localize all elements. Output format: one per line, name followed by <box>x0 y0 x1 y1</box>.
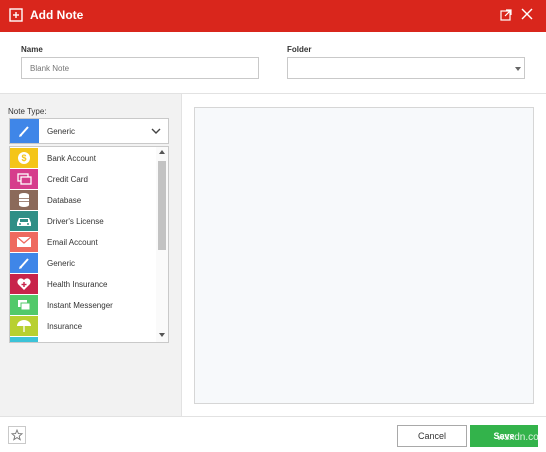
pen-icon <box>19 126 29 137</box>
type-swatch <box>10 274 38 294</box>
list-item-credit-card[interactable]: Credit Card <box>10 169 156 189</box>
favorite-button[interactable] <box>8 426 26 444</box>
list-item-label: Generic <box>47 259 76 268</box>
note-fields-area <box>194 107 534 404</box>
close-icon[interactable] <box>520 7 534 21</box>
name-input[interactable] <box>21 57 259 79</box>
list-item-instant-messenger[interactable]: Instant Messenger <box>10 295 156 315</box>
chevron-down-icon <box>151 128 161 134</box>
note-type-label: Note Type: <box>8 107 47 116</box>
credit-card-icon <box>17 173 32 185</box>
list-item-insurance[interactable]: Insurance <box>10 316 156 336</box>
scroll-thumb[interactable] <box>158 161 166 250</box>
type-swatch: $ <box>10 148 38 168</box>
list-item-label: Health Insurance <box>47 280 108 289</box>
folder-label: Folder <box>287 45 312 54</box>
type-swatch <box>10 169 38 189</box>
list-item-label: Insurance <box>47 322 83 331</box>
folder-select[interactable] <box>287 57 525 79</box>
list-item-health-insurance[interactable]: Health Insurance <box>10 274 156 294</box>
type-swatch <box>10 190 38 210</box>
envelope-icon <box>16 236 32 247</box>
scroll-up-arrow-icon[interactable] <box>159 150 165 154</box>
note-type-selected-value: Generic <box>47 127 76 136</box>
list-item-label: Bank Account <box>47 154 96 163</box>
type-swatch <box>10 337 38 342</box>
list-scrollbar[interactable] <box>156 147 168 342</box>
database-icon <box>19 193 29 207</box>
list-item-drivers-license[interactable]: Driver's License <box>10 211 156 231</box>
list-item-label: Database <box>47 196 82 205</box>
heart-plus-icon <box>17 278 31 290</box>
type-swatch <box>10 211 38 231</box>
type-swatch <box>10 253 38 273</box>
list-item-email-account[interactable]: Email Account <box>10 232 156 252</box>
title-bar: Add Note <box>0 0 546 32</box>
list-item-database[interactable]: Database <box>10 190 156 210</box>
list-item-generic[interactable]: Generic <box>10 253 156 273</box>
add-note-icon <box>9 8 23 22</box>
type-swatch <box>10 316 38 336</box>
svg-text:$: $ <box>21 153 26 163</box>
list-item-bank-account[interactable]: $ Bank Account <box>10 148 156 168</box>
dollar-coin-icon: $ <box>18 152 30 164</box>
cancel-button[interactable]: Cancel <box>397 425 467 447</box>
list-item-label: Credit Card <box>47 175 88 184</box>
pen-icon <box>19 258 29 269</box>
car-icon <box>17 218 31 226</box>
selected-type-swatch <box>10 119 39 143</box>
note-type-select[interactable]: Generic <box>9 118 169 144</box>
list-item-label: Instant Messenger <box>47 301 113 310</box>
scroll-down-arrow-icon[interactable] <box>159 333 165 337</box>
popout-icon[interactable] <box>499 8 513 22</box>
watermark-text: wsxdn.com <box>497 432 546 443</box>
type-swatch <box>10 232 38 252</box>
chevron-down-icon <box>515 67 521 71</box>
name-label: Name <box>21 45 43 54</box>
type-swatch <box>10 295 38 315</box>
note-type-list: $ Bank Account Credit Card Database Driv… <box>9 146 169 343</box>
umbrella-icon <box>17 320 31 332</box>
chat-icon <box>18 300 31 311</box>
star-icon <box>10 428 24 441</box>
list-item-partial[interactable] <box>10 337 156 342</box>
window-title: Add Note <box>30 8 84 22</box>
list-item-label: Email Account <box>47 238 98 247</box>
list-item-label: Driver's License <box>47 217 104 226</box>
